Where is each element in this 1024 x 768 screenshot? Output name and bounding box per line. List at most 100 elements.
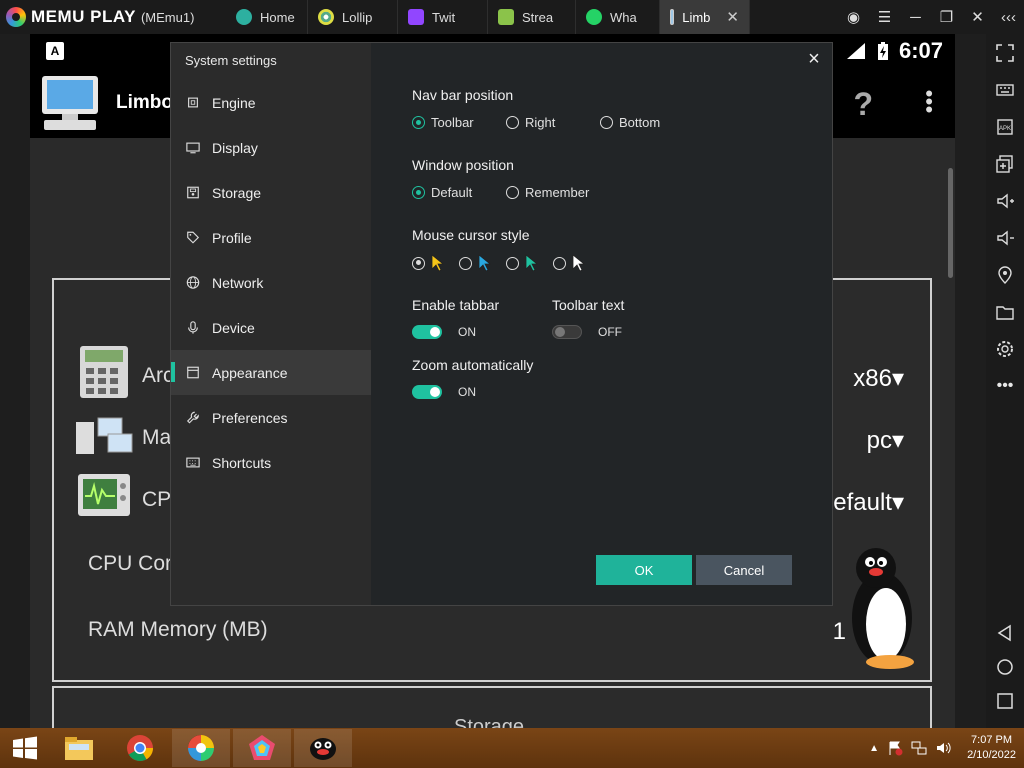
ok-button[interactable]: OK — [596, 555, 692, 585]
radio-window-default[interactable]: Default — [412, 185, 472, 200]
memu-icon — [249, 735, 275, 760]
radio-button[interactable] — [412, 256, 425, 270]
menu-icon[interactable]: ☰ — [869, 8, 900, 26]
toggle-switch[interactable] — [412, 325, 442, 339]
radio-button[interactable] — [553, 256, 566, 270]
radio-cursor-teal[interactable] — [506, 254, 539, 272]
home-nav-icon[interactable] — [996, 658, 1014, 676]
taskbar-limbo[interactable] — [294, 729, 352, 767]
toggle-switch[interactable] — [412, 385, 442, 399]
radio-cursor-white[interactable] — [553, 254, 586, 272]
nav-item-preferences[interactable]: Preferences — [171, 395, 371, 440]
start-button[interactable] — [0, 728, 50, 768]
nav-item-engine[interactable]: Engine — [171, 80, 371, 125]
row-cpu-value[interactable]: efault▾ — [833, 488, 904, 517]
taskbar-screen-recorder[interactable] — [172, 729, 230, 767]
network-tray-icon[interactable] — [911, 740, 927, 756]
zoom-automatically-label: Zoom automatically — [412, 357, 534, 373]
maximize-icon[interactable]: ❐ — [931, 8, 962, 26]
window-icon — [186, 366, 200, 380]
location-icon[interactable] — [986, 256, 1024, 293]
radio-nav-right[interactable]: Right — [506, 115, 555, 130]
tab-lollipop[interactable]: Lollip — [308, 0, 398, 34]
mic-icon — [186, 321, 200, 335]
nav-item-storage[interactable]: Storage — [171, 170, 371, 215]
taskbar-clock[interactable]: 7:07 PM 2/10/2022 — [967, 733, 1016, 763]
action-center-flag-icon[interactable] — [887, 740, 903, 756]
speaker-icon[interactable] — [935, 740, 951, 756]
radio-label: Remember — [525, 185, 590, 200]
row-machine-value[interactable]: pc▾ — [867, 426, 904, 455]
help-icon[interactable]: ? — [853, 86, 873, 123]
penguin-mascot-icon — [852, 548, 914, 669]
radio-cursor-yellow[interactable] — [412, 254, 445, 272]
toggle-switch[interactable] — [552, 325, 582, 339]
radio-button[interactable] — [506, 186, 519, 199]
more-options-icon[interactable]: ••• — [986, 367, 1024, 404]
overflow-menu-icon[interactable]: • • • — [925, 83, 933, 121]
desktop: MEMU PLAY (MEmu1) Home Lollip Twit Strea… — [0, 0, 1024, 768]
row-architecture-value[interactable]: x86▾ — [853, 364, 904, 393]
volume-up-icon[interactable] — [986, 182, 1024, 219]
close-window-icon[interactable]: ✕ — [962, 8, 993, 26]
window-controls: ◉ ☰ ─ ❐ ✕ ‹‹‹ — [838, 0, 1024, 34]
radio-nav-bottom[interactable]: Bottom — [600, 115, 660, 130]
taskbar-chrome[interactable] — [111, 729, 169, 767]
folder-icon[interactable] — [986, 293, 1024, 330]
tab-stream[interactable]: Strea — [488, 0, 576, 34]
nav-item-label: Profile — [212, 229, 252, 246]
enable-tabbar-label: Enable tabbar — [412, 297, 500, 313]
taskbar-memu[interactable] — [233, 729, 291, 767]
nav-item-appearance[interactable]: Appearance — [171, 350, 371, 395]
back-icon[interactable] — [996, 624, 1014, 642]
aperture-icon — [188, 735, 214, 761]
tab-home[interactable]: Home — [226, 0, 308, 34]
minimize-icon[interactable]: ─ — [900, 9, 931, 26]
storage-card: Storage — [52, 686, 932, 728]
toolbar-text-toggle[interactable]: OFF — [552, 325, 622, 339]
svg-text:APK: APK — [999, 126, 1011, 132]
account-icon[interactable]: ◉ — [838, 8, 869, 26]
radio-button[interactable] — [506, 256, 519, 270]
radio-button[interactable] — [600, 116, 613, 129]
folder-icon — [65, 737, 93, 760]
zoom-automatically-toggle[interactable]: ON — [412, 385, 476, 399]
memu-logo: MEMU PLAY (MEmu1) — [0, 7, 226, 27]
radio-button[interactable] — [412, 186, 425, 199]
taskbar-file-explorer[interactable] — [50, 729, 108, 767]
radio-cursor-blue[interactable] — [459, 254, 492, 272]
multi-instance-icon[interactable] — [986, 145, 1024, 182]
radio-button[interactable] — [506, 116, 519, 129]
row-ram-value[interactable]: 1 — [833, 618, 846, 646]
radio-label: Right — [525, 115, 556, 130]
volume-down-icon[interactable] — [986, 219, 1024, 256]
enable-tabbar-toggle[interactable]: ON — [412, 325, 476, 339]
nav-item-profile[interactable]: Profile — [171, 215, 371, 260]
nav-item-device[interactable]: Device — [171, 305, 371, 350]
nav-item-shortcuts[interactable]: Shortcuts — [171, 440, 371, 485]
nav-item-network[interactable]: Network — [171, 260, 371, 305]
keyboard-mapping-icon[interactable] — [986, 71, 1024, 108]
tab-close-icon[interactable]: ✕ — [726, 8, 739, 26]
radio-nav-toolbar[interactable]: Toolbar — [412, 115, 474, 130]
radio-button[interactable] — [459, 256, 472, 270]
scrollbar[interactable] — [948, 168, 953, 278]
tab-whatsapp[interactable]: Wha — [576, 0, 660, 34]
collapse-sidebar-icon[interactable]: ‹‹‹ — [993, 9, 1024, 26]
fullscreen-icon[interactable] — [986, 34, 1024, 71]
cancel-button[interactable]: Cancel — [696, 555, 792, 585]
apk-install-icon[interactable]: APK — [986, 108, 1024, 145]
radio-label: Toolbar — [431, 115, 474, 130]
nav-item-display[interactable]: Display — [171, 125, 371, 170]
system-tray: ▲ 7:07 PM 2/10/2022 — [869, 728, 1016, 768]
close-dialog-icon[interactable]: × — [804, 49, 824, 69]
tab-label: Wha — [610, 9, 637, 25]
radio-button[interactable] — [412, 116, 425, 129]
tab-twitch[interactable]: Twit — [398, 0, 488, 34]
show-hidden-icons-icon[interactable]: ▲ — [869, 743, 879, 754]
recents-icon[interactable] — [996, 692, 1014, 710]
tab-limbo[interactable]: Limb ✕ — [660, 0, 750, 34]
settings-gear-icon[interactable] — [986, 330, 1024, 367]
radio-window-remember[interactable]: Remember — [506, 185, 589, 200]
penguin-icon — [310, 738, 336, 760]
